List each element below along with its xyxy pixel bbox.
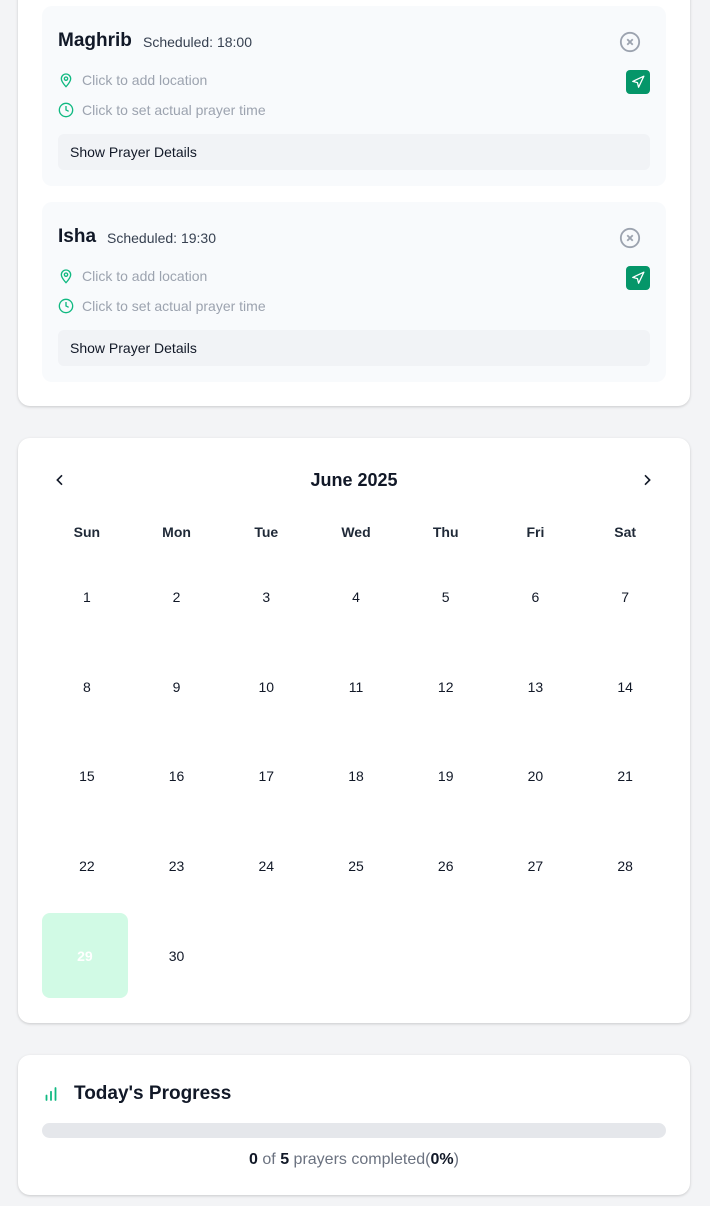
navigation-arrow-icon[interactable] xyxy=(626,70,650,94)
calendar-day[interactable]: 17 xyxy=(221,731,311,821)
prayer-scheduled-time: Scheduled: 19:30 xyxy=(107,230,216,246)
calendar-day[interactable]: 3 xyxy=(221,552,311,642)
calendar-day[interactable]: 8 xyxy=(42,642,132,732)
completed-count: 0 xyxy=(249,1151,258,1168)
calendar-day[interactable]: 28 xyxy=(580,821,670,911)
map-pin-icon xyxy=(60,73,72,88)
progress-card: Today's Progress 0 of 5 prayers complete… xyxy=(18,1055,690,1195)
calendar-day[interactable]: 30 xyxy=(132,911,222,1001)
calendar-day[interactable]: 19 xyxy=(401,731,491,821)
calendar-weekdays: Sun Mon Tue Wed Thu Fri Sat xyxy=(42,524,670,540)
of-word: of xyxy=(262,1151,276,1168)
prayer-name: Maghrib xyxy=(58,30,132,51)
set-time-link[interactable]: Click to set actual prayer time xyxy=(58,102,266,118)
weekday-label: Mon xyxy=(162,524,191,540)
progress-summary: 0 of 5 prayers completed(0%) xyxy=(249,1151,459,1168)
close-icon[interactable] xyxy=(618,30,642,54)
weekday-label: Fri xyxy=(526,524,545,540)
weekday-label: Thu xyxy=(432,524,459,540)
calendar-day[interactable]: 26 xyxy=(401,821,491,911)
progress-title: Today's Progress xyxy=(74,1083,232,1104)
add-location-link[interactable]: Click to add location xyxy=(58,268,207,284)
calendar-day[interactable]: 11 xyxy=(311,642,401,732)
clock-icon xyxy=(58,102,74,118)
calendar-day[interactable]: 5 xyxy=(401,552,491,642)
calendar-day[interactable]: 15 xyxy=(42,731,132,821)
calendar-day[interactable]: 16 xyxy=(132,731,222,821)
progress-suffix: prayers completed xyxy=(293,1151,426,1168)
set-time-link[interactable]: Click to set actual prayer time xyxy=(58,298,266,314)
chevron-right-icon[interactable] xyxy=(635,468,659,492)
calendar-month-title: June 2025 xyxy=(310,470,398,490)
show-prayer-details-button[interactable]: Show Prayer Details xyxy=(58,330,650,366)
prayer-name: Isha xyxy=(58,226,97,247)
set-time-label: Click to set actual prayer time xyxy=(82,102,266,118)
calendar-day[interactable]: 24 xyxy=(221,821,311,911)
calendar-day[interactable]: 6 xyxy=(491,552,581,642)
clock-icon xyxy=(58,298,74,314)
calendar-card: June 2025 Sun Mon Tue Wed Thu Fri Sat 12345678… xyxy=(18,438,690,1023)
calendar-day[interactable]: 18 xyxy=(311,731,401,821)
navigation-arrow-icon[interactable] xyxy=(626,266,650,290)
calendar-day[interactable]: 14 xyxy=(580,642,670,732)
prayers-card: Maghrib Scheduled: 18:00 Click to add lo… xyxy=(18,0,690,406)
calendar-day[interactable]: 22 xyxy=(42,821,132,911)
prayer-scheduled-time: Scheduled: 18:00 xyxy=(143,34,252,50)
calendar-day[interactable]: 1 xyxy=(42,552,132,642)
weekday-label: Sun xyxy=(73,524,101,540)
show-prayer-details-button[interactable]: Show Prayer Details xyxy=(58,134,650,170)
weekday-label: Tue xyxy=(254,524,279,540)
total-count: 5 xyxy=(280,1151,290,1168)
calendar-day[interactable]: 9 xyxy=(132,642,222,732)
calendar-day[interactable]: 10 xyxy=(221,642,311,732)
progress-bar xyxy=(42,1123,666,1138)
calendar-day[interactable]: 4 xyxy=(311,552,401,642)
calendar-day[interactable]: 12 xyxy=(401,642,491,732)
close-icon[interactable] xyxy=(618,226,642,250)
calendar-day[interactable]: 23 xyxy=(132,821,222,911)
calendar-day[interactable]: 21 xyxy=(580,731,670,821)
calendar-day-today[interactable]: 29 xyxy=(42,912,128,999)
calendar-day[interactable]: 25 xyxy=(311,821,401,911)
calendar-day[interactable]: 27 xyxy=(491,821,581,911)
add-location-label: Click to add location xyxy=(82,268,208,284)
weekday-label: Wed xyxy=(341,524,371,540)
calendar-day[interactable]: 2 xyxy=(132,552,222,642)
add-location-link[interactable]: Click to add location xyxy=(58,72,207,88)
weekday-label: Sat xyxy=(614,524,637,540)
progress-percent: 0% xyxy=(430,1151,454,1168)
calendar-day[interactable]: 13 xyxy=(491,642,581,732)
calendar-day[interactable]: 20 xyxy=(491,731,581,821)
calendar-day[interactable]: 7 xyxy=(580,552,670,642)
calendar-days-grid: 1 2 3 4 5 6 7 8 9 10 11 12 13 14 15 16 17 18 19 20 21 22 23 24 2… xyxy=(42,552,670,1000)
add-location-label: Click to add location xyxy=(82,72,208,88)
bar-chart-icon xyxy=(45,1087,57,1101)
map-pin-icon xyxy=(60,269,72,284)
prayer-card-isha: Isha Scheduled: 19:30 Click to add locat… xyxy=(42,202,666,382)
set-time-label: Click to set actual prayer time xyxy=(82,298,266,314)
prayer-card-maghrib: Maghrib Scheduled: 18:00 Click to add lo… xyxy=(42,6,666,186)
